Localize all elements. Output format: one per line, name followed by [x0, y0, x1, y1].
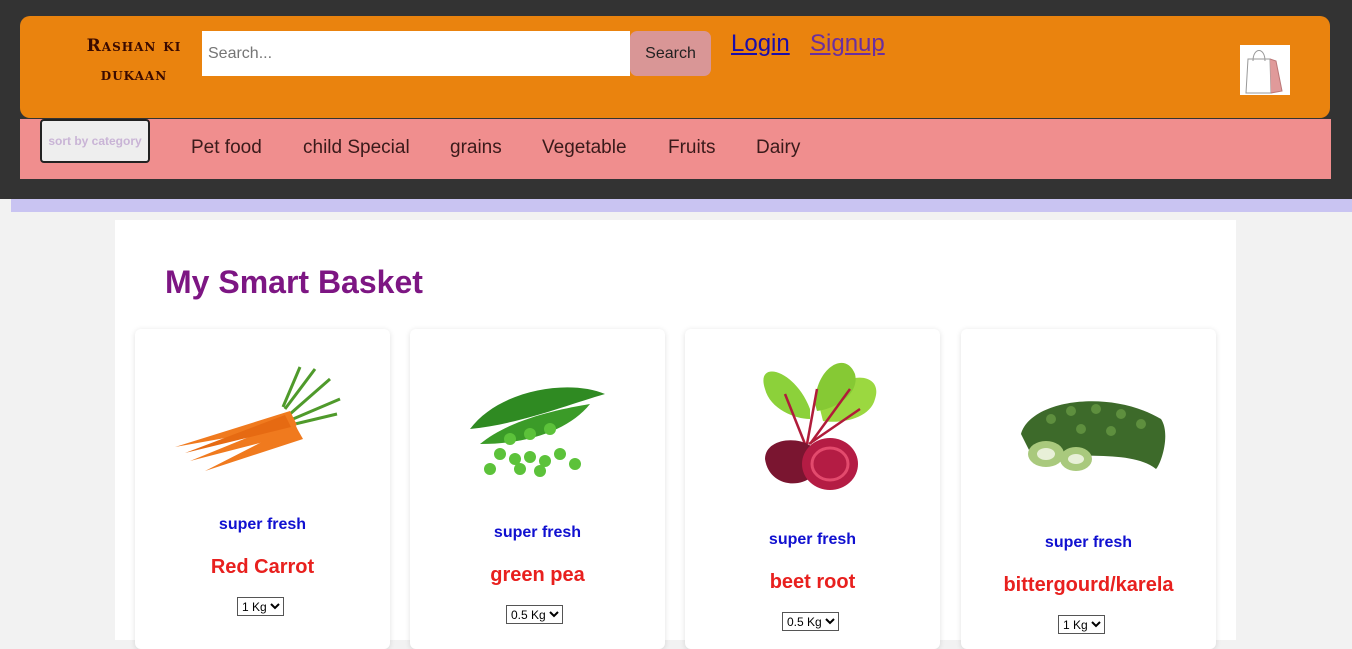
product-name: bittergourd/karela — [1003, 574, 1174, 596]
category-fruits[interactable]: Fruits — [668, 137, 716, 159]
divider-strip — [11, 199, 1352, 212]
quantity-select[interactable]: 0.5 Kg — [782, 612, 839, 631]
category-grains[interactable]: grains — [450, 137, 502, 159]
header: Rashan ki dukaan Search Login Signup — [20, 16, 1330, 118]
product-card[interactable]: super fresh green pea 0.5 Kg — [410, 329, 665, 649]
product-tag: super fresh — [218, 516, 307, 533]
login-link[interactable]: Login — [731, 30, 790, 58]
product-card[interactable]: super fresh beet root 0.5 Kg — [685, 329, 940, 649]
category-dairy[interactable]: Dairy — [756, 137, 800, 159]
product-card[interactable]: super fresh Red Carrot 1 Kg — [135, 329, 390, 649]
quantity-select[interactable]: 1 Kg — [237, 597, 284, 616]
section-title: My Smart Basket — [165, 264, 423, 300]
category-vegetable[interactable]: Vegetable — [542, 137, 627, 159]
quantity-select[interactable]: 1 Kg — [1058, 615, 1105, 634]
category-bar: sort by category Pet food child Special … — [20, 119, 1331, 179]
beetroot-image — [763, 362, 877, 490]
category-pet-food[interactable]: Pet food — [191, 137, 262, 159]
main-content: My Smart Basket super fresh Red Carrot 1… — [115, 220, 1236, 649]
bittergourd-image — [1021, 401, 1166, 471]
quantity-select[interactable]: 0.5 Kg — [506, 605, 563, 624]
category-child-special[interactable]: child Special — [303, 137, 410, 159]
product-tag: super fresh — [493, 524, 582, 541]
carrot-image — [175, 366, 341, 471]
search-button[interactable]: Search — [630, 31, 711, 76]
product-tag: super fresh — [1044, 534, 1133, 551]
cart-button[interactable] — [1240, 45, 1290, 95]
product-name: green pea — [490, 564, 585, 586]
product-name: beet root — [769, 571, 856, 593]
product-tag: super fresh — [768, 531, 857, 548]
logo-line-2: dukaan — [100, 65, 168, 85]
product-name: Red Carrot — [210, 556, 315, 578]
site-logo[interactable]: Rashan ki dukaan — [70, 32, 198, 90]
sort-by-category-button[interactable]: sort by category — [40, 119, 150, 163]
product-card[interactable]: super fresh bittergourd/karela 1 Kg — [961, 329, 1216, 649]
signup-link[interactable]: Signup — [810, 30, 885, 58]
logo-line-1: Rashan ki — [86, 36, 182, 56]
search-input[interactable] — [202, 31, 630, 76]
top-bar: Rashan ki dukaan Search Login Signup sor… — [0, 0, 1352, 199]
green-pea-image — [470, 387, 605, 477]
shopping-bag-icon — [1245, 50, 1283, 94]
